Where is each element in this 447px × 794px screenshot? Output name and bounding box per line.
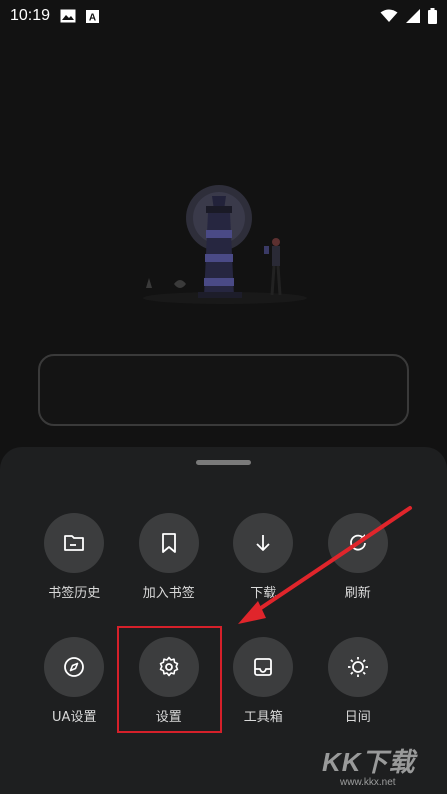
menu-item-download[interactable]: 下载: [216, 513, 311, 614]
menu-button[interactable]: [327, 513, 388, 573]
signal-icon: [406, 9, 420, 23]
settings-highlight-box: [117, 626, 222, 733]
menu-button[interactable]: [44, 513, 105, 573]
menu-button[interactable]: [233, 637, 294, 697]
status-bar: 10:19 A: [0, 0, 447, 32]
menu-item-bookmark-history[interactable]: 书签历史: [27, 513, 122, 614]
menu-item-label: 加入书签: [142, 586, 195, 601]
refresh-icon: [349, 534, 366, 551]
menu-item-toolbox[interactable]: 工具箱: [216, 637, 311, 738]
menu-grid: 书签历史 加入书签 下载 刷新 UA设置 设置 工具箱 日间: [27, 513, 419, 738]
menu-button[interactable]: [138, 513, 199, 573]
menu-item-refresh[interactable]: 刷新: [311, 513, 406, 614]
svg-text:A: A: [89, 12, 96, 23]
bookmark-icon: [161, 533, 176, 553]
menu-button[interactable]: [233, 513, 294, 573]
battery-icon: [428, 8, 437, 24]
wifi-icon: [380, 9, 398, 22]
watermark-url: www.kkx.net: [340, 777, 396, 788]
lighthouse-illustration: [143, 185, 307, 304]
url-input[interactable]: [38, 354, 409, 426]
menu-item-ua-settings[interactable]: UA设置: [27, 637, 122, 738]
menu-item-label: UA设置: [52, 710, 97, 725]
menu-button[interactable]: [44, 637, 105, 697]
menu-item-label: 下载: [250, 586, 277, 601]
download-icon: [256, 535, 270, 551]
menu-item-label: 书签历史: [48, 586, 101, 601]
toolbox-icon: [254, 658, 273, 676]
watermark-logo: KK下载 www.kkx.net: [322, 742, 444, 792]
compass-icon: [64, 657, 85, 677]
menu-item-add-bookmark[interactable]: 加入书签: [122, 513, 217, 614]
menu-item-label: 工具箱: [243, 710, 283, 725]
drag-handle[interactable]: [196, 460, 251, 465]
status-time: 10:19: [10, 7, 51, 24]
image-icon: [60, 9, 76, 23]
sun-icon: [347, 657, 368, 677]
a-notification-icon: A: [86, 9, 100, 23]
menu-item-day-mode[interactable]: 日间: [311, 637, 406, 738]
menu-item-label: 日间: [344, 710, 371, 725]
folder-icon: [64, 535, 85, 551]
watermark-text: KK下载: [322, 747, 416, 777]
menu-item-label: 刷新: [344, 586, 371, 601]
menu-button[interactable]: [327, 637, 388, 697]
